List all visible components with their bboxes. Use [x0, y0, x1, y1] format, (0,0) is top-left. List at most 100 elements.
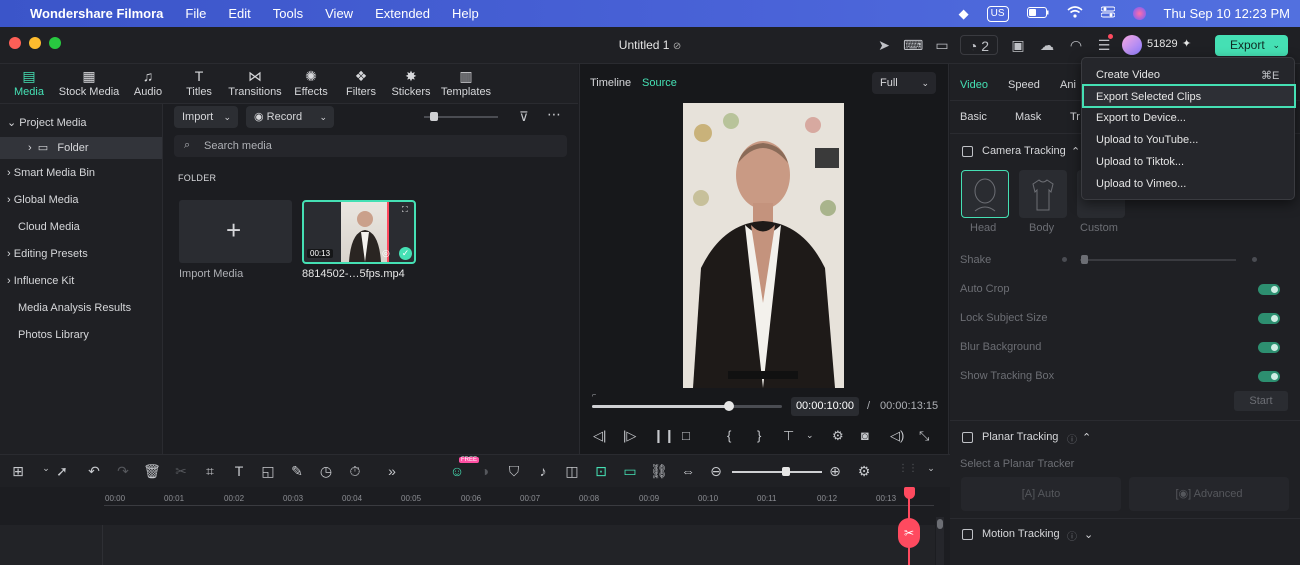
export-button[interactable]: Export ⌄ — [1215, 35, 1288, 56]
insert-icon[interactable]: ⊤ — [783, 428, 794, 444]
timeline-tracks[interactable] — [0, 511, 950, 565]
help-icon[interactable]: ⓘ — [1067, 431, 1077, 446]
import-dropdown[interactable]: Import ⌄ — [174, 106, 238, 128]
media-clip-thumbnail[interactable]: ⛶ 00:13 ◎ ✓ — [302, 200, 416, 264]
undo-icon[interactable]: ↶ — [85, 463, 103, 480]
ai-assistant-icon[interactable]: ☺ — [448, 463, 466, 479]
zoom-slider-handle[interactable] — [782, 467, 790, 476]
record-dropdown[interactable]: ◉ Record ⌄ — [246, 106, 334, 128]
subtab-tracking[interactable]: Tr — [1070, 111, 1080, 123]
tab-effects[interactable]: ✺ Effects — [292, 68, 330, 98]
sidebar-item-media-analysis[interactable]: Media Analysis Results — [18, 302, 131, 314]
menu-tools[interactable]: Tools — [273, 6, 303, 21]
prev-frame-icon[interactable]: ◁| — [593, 428, 606, 444]
planar-auto-button[interactable]: [A] Auto — [961, 477, 1121, 511]
tab-animation[interactable]: Ani — [1060, 79, 1076, 91]
mask-tool-icon[interactable]: ◱ — [259, 463, 277, 480]
menu-edit[interactable]: Edit — [228, 6, 250, 21]
play-icon[interactable]: |▷ — [623, 428, 636, 444]
blur-background-toggle[interactable] — [1258, 342, 1280, 353]
filter-icon[interactable]: ⊽ — [519, 109, 529, 125]
input-source-badge[interactable]: US — [986, 5, 1009, 22]
wifi-icon[interactable] — [1066, 6, 1083, 21]
delete-icon[interactable]: 🗑 — [143, 463, 161, 480]
camera-tracking-checkbox[interactable] — [962, 146, 973, 157]
thumbnail-size-handle[interactable] — [430, 112, 438, 121]
crop-icon[interactable]: ⌗ — [201, 463, 219, 480]
unlink-icon[interactable]: ⛓ — [650, 463, 668, 480]
menu-extended[interactable]: Extended — [375, 6, 430, 21]
more-options-icon[interactable]: ⋯ — [547, 106, 561, 123]
sidebar-item-global-media[interactable]: › Global Media — [7, 194, 79, 206]
sidebar-item-editing-presets[interactable]: › Editing Presets — [7, 248, 88, 260]
menu-help[interactable]: Help — [452, 6, 479, 21]
search-media-bar[interactable]: ⌕ Search media — [174, 135, 567, 157]
volume-icon[interactable]: ◁) — [890, 428, 904, 444]
sidebar-item-folder[interactable]: › ▭ Folder — [28, 141, 89, 154]
chevron-down-icon[interactable]: ⌄ — [806, 430, 814, 441]
snap-icon[interactable]: ⊡ — [592, 463, 610, 480]
stop-icon[interactable]: □ — [682, 428, 690, 443]
video-preview[interactable] — [683, 103, 844, 388]
track-head-option[interactable] — [961, 170, 1009, 218]
menu-item-upload-youtube[interactable]: Upload to YouTube... — [1096, 134, 1198, 146]
mark-in-icon[interactable]: { — [727, 428, 731, 443]
tab-titles[interactable]: T Titles — [184, 68, 214, 98]
control-center-icon[interactable] — [1100, 6, 1116, 21]
shield-icon[interactable]: ⛉ — [505, 463, 523, 480]
auto-sync-icon[interactable]: ◑ — [476, 463, 494, 479]
tab-stock-media[interactable]: ▦ Stock Media — [58, 68, 120, 98]
tab-templates[interactable]: ▥ Templates — [440, 68, 492, 98]
sidebar-item-project-media[interactable]: ⌄ Project Media — [7, 116, 87, 129]
more-tools-icon[interactable]: » — [383, 463, 401, 479]
layout-grid-icon[interactable]: ⊞ — [9, 463, 27, 480]
sidebar-item-cloud-media[interactable]: Cloud Media — [18, 221, 80, 233]
sidebar-item-smart-media-bin[interactable]: › Smart Media Bin — [7, 167, 95, 179]
menubar-datetime[interactable]: Thu Sep 10 12:23 PM — [1164, 6, 1290, 21]
tab-media[interactable]: ▤ Media — [12, 68, 46, 98]
notifications-button[interactable]: ◔ 2 — [960, 35, 998, 55]
timeline-scrollbar[interactable] — [936, 517, 944, 565]
preview-progress-handle[interactable] — [724, 401, 734, 411]
chevron-up-icon[interactable]: ⌃ — [1071, 145, 1080, 158]
timeline-ruler[interactable]: 00:00 00:01 00:02 00:03 00:04 00:05 00:0… — [0, 487, 950, 511]
battery-icon[interactable] — [1026, 6, 1049, 21]
audio-stretch-icon[interactable]: ♪ — [534, 463, 552, 479]
planar-tracking-checkbox[interactable] — [962, 432, 973, 443]
scissors-icon[interactable]: ✂ — [898, 518, 920, 548]
cloud-upload-icon[interactable]: ☁ — [1037, 35, 1057, 55]
tab-timeline-preview[interactable]: Timeline — [590, 77, 631, 89]
fullscreen-icon[interactable]: ⤡ — [919, 428, 929, 444]
shake-slider-handle[interactable] — [1081, 255, 1088, 264]
snapshot-icon[interactable]: ◙ — [861, 428, 869, 443]
shake-slider[interactable] — [1080, 259, 1236, 261]
planar-advanced-button[interactable]: [◉] Advanced — [1129, 477, 1289, 511]
fit-timeline-icon[interactable]: ⇔ — [679, 463, 697, 479]
tab-filters[interactable]: ❖ Filters — [344, 68, 378, 98]
expand-icon[interactable]: ⛶ — [402, 205, 408, 215]
help-icon[interactable]: ⓘ — [1067, 528, 1077, 543]
tab-stickers[interactable]: ✸ Stickers — [391, 68, 431, 98]
chevron-down-icon[interactable]: ⌄ — [922, 463, 940, 474]
cut-icon[interactable]: ✂ — [172, 463, 190, 480]
show-tracking-box-toggle[interactable] — [1258, 371, 1280, 382]
timeline-scrollbar-thumb[interactable] — [937, 519, 943, 529]
menu-view[interactable]: View — [325, 6, 353, 21]
subtab-basic[interactable]: Basic — [960, 111, 987, 123]
menu-item-export-to-device[interactable]: Export to Device... — [1096, 112, 1186, 124]
text-tool-icon[interactable]: T — [230, 463, 248, 479]
filmora-status-icon[interactable]: ◆ — [959, 6, 969, 22]
chevron-down-icon[interactable]: ⌄ — [1084, 528, 1093, 541]
redo-icon[interactable]: ↷ — [114, 463, 132, 480]
avatar[interactable] — [1122, 35, 1142, 55]
current-time[interactable]: 00:00:10:00 — [791, 397, 859, 416]
import-media-tile[interactable]: + — [179, 200, 292, 263]
auto-crop-toggle[interactable] — [1258, 284, 1280, 295]
search-input[interactable]: Search media — [204, 140, 272, 152]
siri-icon[interactable] — [1132, 7, 1146, 20]
zoom-out-icon[interactable]: ⊖ — [707, 463, 725, 480]
timeline-settings-icon[interactable]: ⚙ — [855, 463, 873, 480]
speed-icon[interactable]: ◷ — [317, 463, 335, 480]
start-tracking-button[interactable]: Start — [1234, 391, 1288, 411]
preview-progress-track[interactable] — [592, 405, 782, 408]
